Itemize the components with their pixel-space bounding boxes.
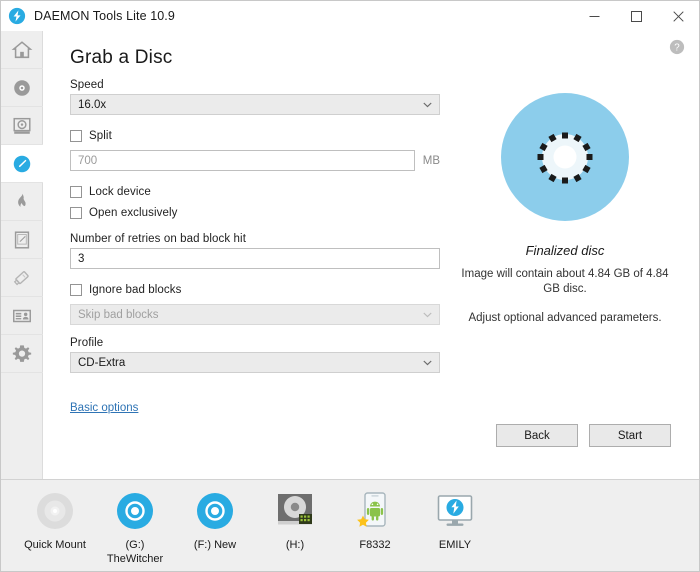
action-buttons: Back Start xyxy=(496,424,671,447)
disc-hint: Adjust optional advanced parameters. xyxy=(444,312,686,324)
grab-disc-form: Speed 16.0x Split 700 MB xyxy=(70,79,440,373)
chevron-down-icon xyxy=(423,360,432,366)
bad-blocks-action-select: Skip bad blocks xyxy=(70,304,440,325)
sidebar-item-home[interactable] xyxy=(1,31,43,69)
bad-blocks-action-value: Skip bad blocks xyxy=(78,309,159,321)
start-button[interactable]: Start xyxy=(589,424,671,447)
android-device-icon xyxy=(353,489,397,533)
home-icon xyxy=(11,39,33,61)
dock-label: Quick Mount xyxy=(24,538,86,552)
content-panel: ? Grab a Disc Speed 16.0x Split 70 xyxy=(44,31,699,479)
sidebar xyxy=(1,31,43,479)
dock-item-g-thewitcher[interactable]: (G:) TheWitcher xyxy=(97,489,173,566)
daemon-tools-logo-icon xyxy=(8,7,26,25)
maximize-button[interactable] xyxy=(615,1,657,31)
title-bar: DAEMON Tools Lite 10.9 xyxy=(1,1,699,31)
ignore-bad-blocks-checkbox[interactable] xyxy=(70,284,82,296)
disc-status-title: Finalized disc xyxy=(444,243,686,258)
split-size-row: 700 MB xyxy=(70,150,440,171)
dock-label: F8332 xyxy=(359,538,390,552)
split-checkbox[interactable] xyxy=(70,130,82,142)
open-exclusively-checkbox[interactable] xyxy=(70,207,82,219)
help-icon[interactable]: ? xyxy=(669,39,685,55)
gear-icon xyxy=(11,343,33,365)
window-title: DAEMON Tools Lite 10.9 xyxy=(34,9,175,23)
basic-options-link[interactable]: Basic options xyxy=(70,402,138,414)
back-button[interactable]: Back xyxy=(496,424,578,447)
retries-label: Number of retries on bad block hit xyxy=(70,233,440,245)
maximize-icon xyxy=(631,11,642,22)
catalog-icon xyxy=(11,305,33,327)
dock-item-emily[interactable]: EMILY xyxy=(417,489,493,552)
disc-preview-panel: Finalized disc Image will contain about … xyxy=(444,79,686,324)
retries-input[interactable]: 3 xyxy=(70,248,440,269)
flame-icon xyxy=(11,191,33,213)
minimize-icon xyxy=(589,11,600,22)
dock-label: EMILY xyxy=(439,538,471,552)
disc-image-wrap xyxy=(444,89,686,225)
speed-select[interactable]: 16.0x xyxy=(70,94,440,115)
sidebar-item-grab-disc[interactable] xyxy=(1,145,43,183)
dock-label: (G:) TheWitcher xyxy=(97,538,173,566)
minimize-button[interactable] xyxy=(573,1,615,31)
chevron-down-icon xyxy=(423,102,432,108)
disc-drive-icon xyxy=(11,115,33,137)
speed-label: Speed xyxy=(70,79,440,91)
open-exclusively-checkbox-row[interactable]: Open exclusively xyxy=(70,204,440,221)
mounted-disc-icon xyxy=(193,489,237,533)
close-icon xyxy=(673,11,684,22)
sidebar-item-write-hdd[interactable] xyxy=(1,221,43,259)
quick-mount-disc-icon xyxy=(33,489,77,533)
window-controls xyxy=(573,1,699,31)
profile-select[interactable]: CD-Extra xyxy=(70,352,440,373)
dock-item-quick-mount[interactable]: Quick Mount xyxy=(17,489,93,552)
sidebar-item-disc-drive[interactable] xyxy=(1,107,43,145)
split-size-value: 700 xyxy=(78,155,97,167)
daemon-tools-window: DAEMON Tools Lite 10.9 xyxy=(0,0,700,572)
finalized-disc-icon xyxy=(497,89,633,225)
computer-icon xyxy=(433,489,477,533)
sidebar-item-settings[interactable] xyxy=(1,335,43,373)
retries-value: 3 xyxy=(78,253,84,265)
open-exclusively-label: Open exclusively xyxy=(89,207,178,219)
sidebar-item-burn[interactable] xyxy=(1,183,43,221)
dock-label: (H:) xyxy=(286,538,304,552)
mounted-disc-icon xyxy=(113,489,157,533)
sidebar-item-usb[interactable] xyxy=(1,259,43,297)
chevron-down-icon xyxy=(423,312,432,318)
lock-device-checkbox[interactable] xyxy=(70,186,82,198)
profile-label: Profile xyxy=(70,337,440,349)
close-button[interactable] xyxy=(657,1,699,31)
dock-label: (F:) New xyxy=(194,538,236,552)
split-unit-label: MB xyxy=(423,155,440,167)
sidebar-item-catalog[interactable] xyxy=(1,297,43,335)
dock-item-h-drive[interactable]: (H:) xyxy=(257,489,333,552)
dock-item-f8332[interactable]: F8332 xyxy=(337,489,413,552)
split-size-input[interactable]: 700 xyxy=(70,150,415,171)
usb-stick-icon xyxy=(11,267,33,289)
ignore-bad-blocks-label: Ignore bad blocks xyxy=(89,284,181,296)
split-checkbox-row[interactable]: Split xyxy=(70,127,440,144)
lock-device-checkbox-row[interactable]: Lock device xyxy=(70,183,440,200)
lock-device-label: Lock device xyxy=(89,186,151,198)
sidebar-item-disc[interactable] xyxy=(1,69,43,107)
disc-icon xyxy=(11,77,33,99)
svg-text:?: ? xyxy=(674,43,680,54)
pencil-disc-icon xyxy=(11,153,33,175)
profile-value: CD-Extra xyxy=(78,357,125,369)
hdd-write-icon xyxy=(11,229,33,251)
ignore-bad-blocks-checkbox-row[interactable]: Ignore bad blocks xyxy=(70,281,440,298)
dock-item-f-new[interactable]: (F:) New xyxy=(177,489,253,552)
page-title: Grab a Disc xyxy=(70,47,173,69)
disc-description: Image will contain about 4.84 GB of 4.84… xyxy=(444,267,686,297)
speed-value: 16.0x xyxy=(78,99,106,111)
physical-drive-icon xyxy=(273,489,317,533)
dock-items: Quick Mount (G:) TheWitcher xyxy=(1,480,699,566)
split-label: Split xyxy=(89,130,112,142)
device-dock: Quick Mount (G:) TheWitcher xyxy=(1,479,699,571)
